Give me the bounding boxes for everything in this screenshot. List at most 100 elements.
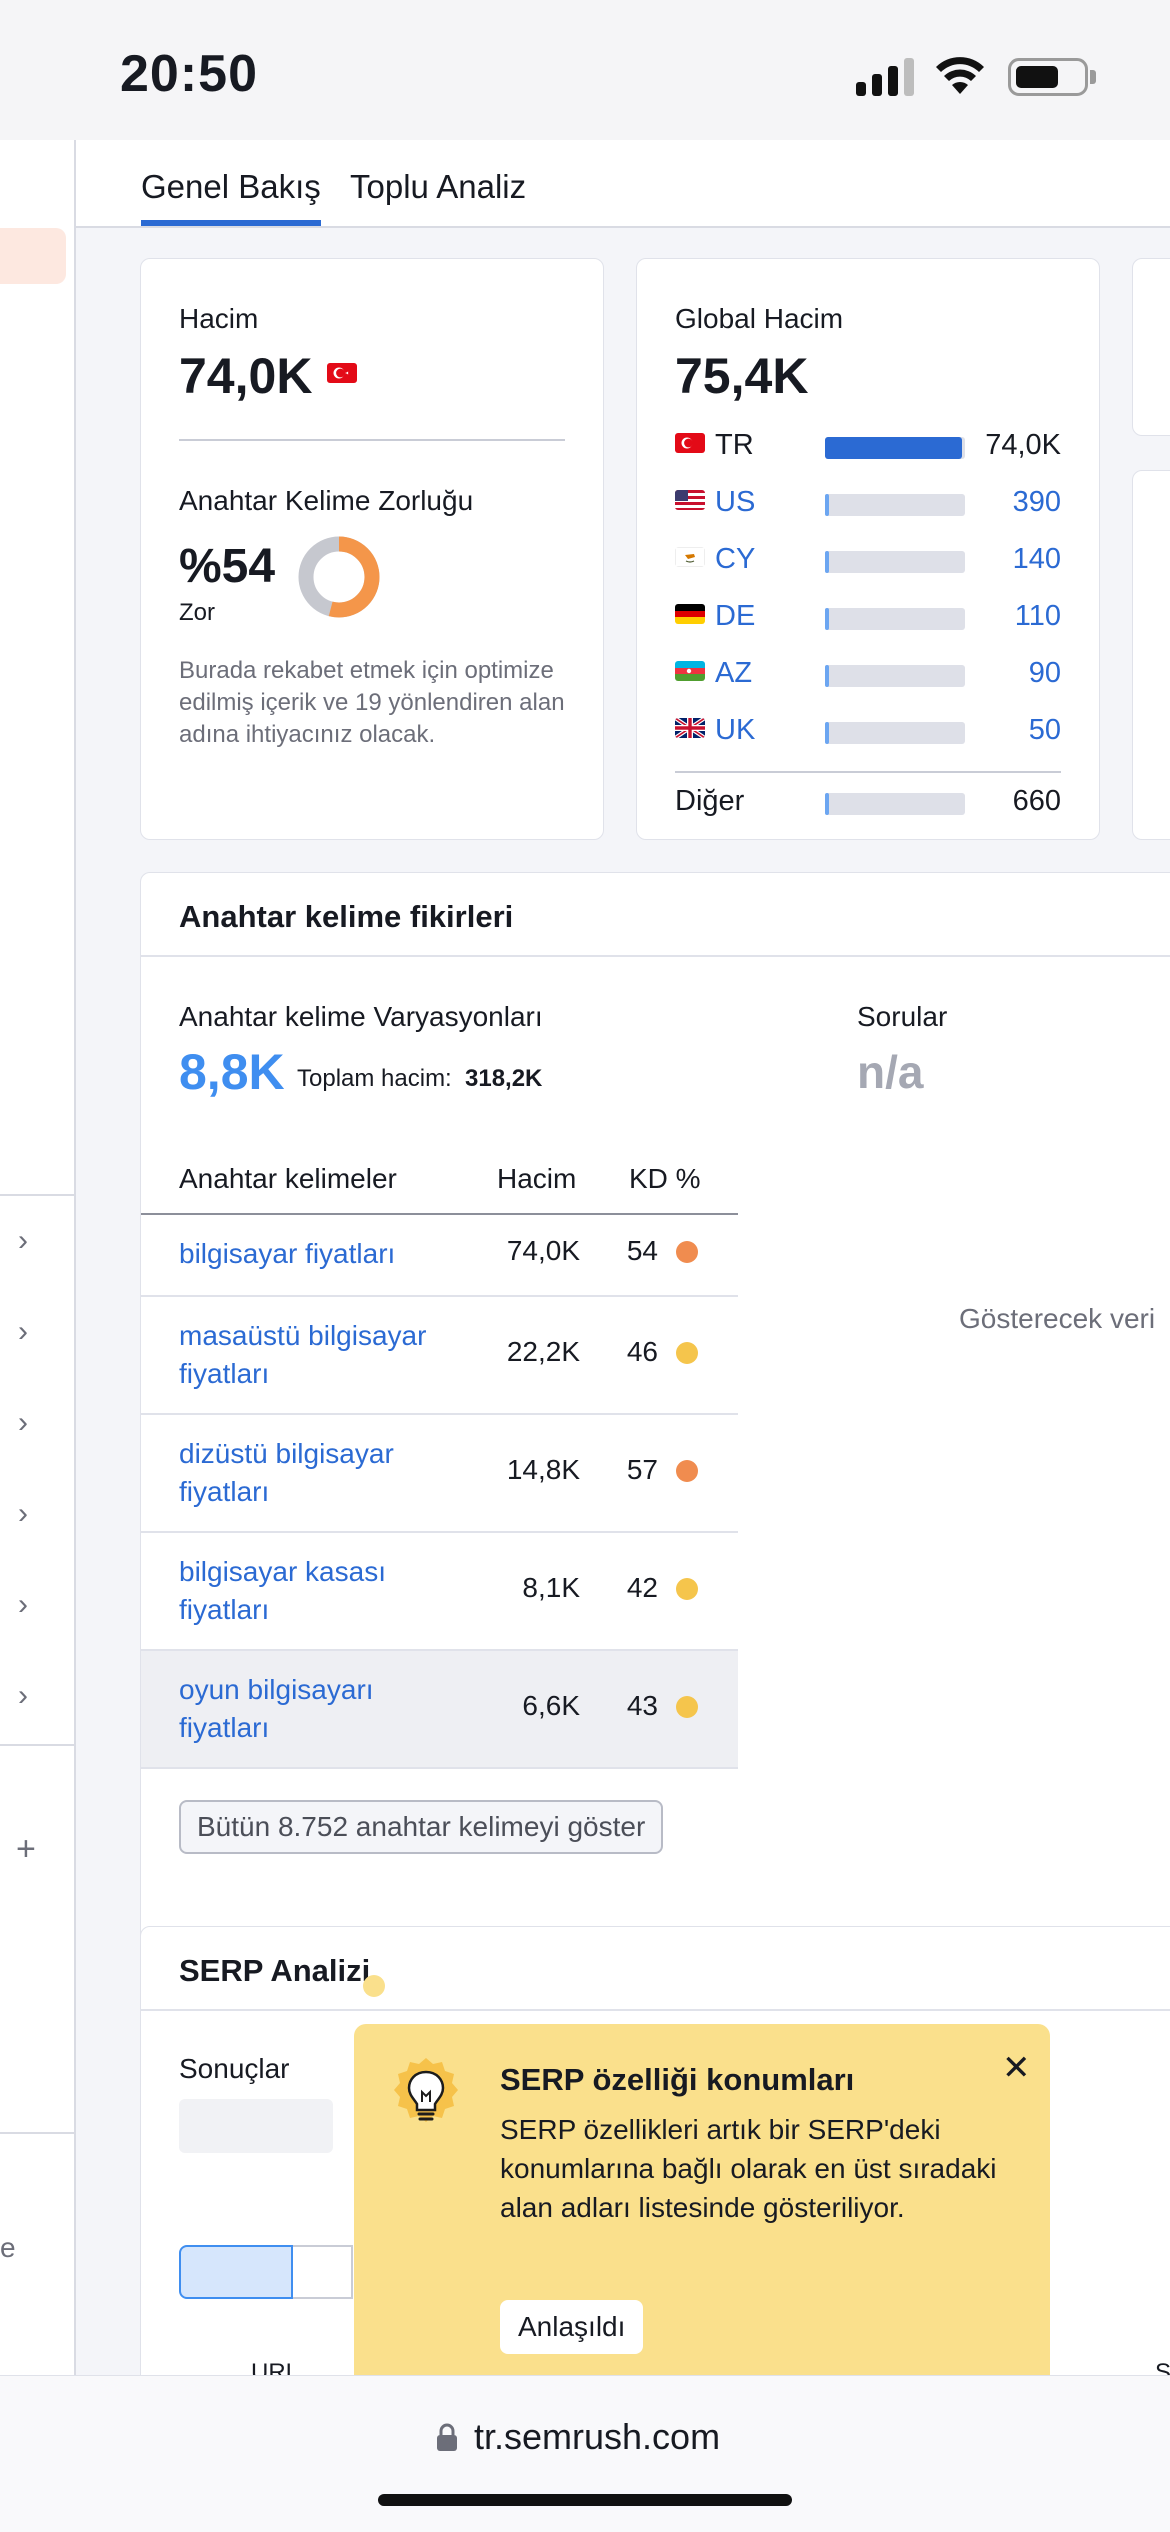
country-share-fill — [825, 722, 829, 744]
keyword-row: oyun bilgisayarı fiyatları 6,6K 43 — [141, 1649, 738, 1767]
country-share-bar — [825, 494, 965, 516]
empty-state-text: Gösterecek veri — [959, 1303, 1156, 1334]
toggle-segment-active[interactable] — [179, 2245, 293, 2299]
wifi-icon — [936, 57, 984, 94]
keyword-kd: 46 — [626, 1336, 658, 1367]
total-volume-label: Toplam hacim: — [297, 1065, 452, 1092]
country-code[interactable]: UK — [715, 714, 755, 747]
app-content: › › › › › › + e Genel Bakış Toplu Analiz… — [0, 140, 1170, 2375]
kd-dot-icon — [676, 1460, 698, 1482]
keyword-volume: 22,2K — [506, 1336, 580, 1367]
us-flag-icon — [675, 490, 705, 510]
country-share-fill — [825, 437, 962, 459]
kd-level: Zor — [179, 599, 215, 626]
keyword-ideas-card: Anahtar kelime fikirleri Anahtar kelime … — [140, 872, 1170, 2032]
keyword-link[interactable]: bilgisayar kasası fiyatları — [179, 1553, 459, 1629]
keyword-row: bilgisayar kasası fiyatları 8,1K 42 — [141, 1531, 738, 1649]
home-indicator[interactable] — [378, 2494, 792, 2506]
serp-analysis-title: SERP Analizi — [179, 1953, 371, 1988]
global-volume-card: Global Hacim 75,4K TR 74,0K US 390 CY 140 DE 11… — [636, 258, 1100, 840]
chevron-right-icon[interactable]: › — [18, 1317, 40, 1347]
plus-icon[interactable]: + — [16, 1830, 36, 1869]
keyword-link[interactable]: bilgisayar fiyatları — [179, 1235, 459, 1273]
divider — [179, 439, 565, 441]
keyword-row: masaüstü bilgisayar fiyatları 22,2K 46 — [141, 1295, 738, 1413]
chevron-right-icon[interactable]: › — [18, 1226, 40, 1256]
kd-dot-icon — [676, 1241, 698, 1263]
column-volume: Hacim — [497, 1163, 577, 1194]
country-row-us[interactable]: US 390 — [675, 486, 1061, 526]
questions-value: n/a — [857, 1046, 924, 1098]
country-volume[interactable]: 110 — [1015, 600, 1061, 633]
country-row-other: Diğer 660 — [675, 785, 1061, 825]
sidebar-truncated-label: e — [0, 2232, 16, 2263]
keyword-volume: 8,1K — [522, 1572, 580, 1603]
chevron-right-icon[interactable]: › — [18, 1408, 40, 1438]
country-code[interactable]: US — [715, 486, 755, 519]
keyword-volume: 14,8K — [506, 1454, 580, 1485]
chevron-right-icon[interactable]: › — [18, 1681, 40, 1711]
country-share-bar — [825, 551, 965, 573]
got-it-button[interactable]: Anlaşıldı — [500, 2300, 644, 2354]
url-text[interactable]: tr.semrush.com — [474, 2416, 720, 2458]
divider — [141, 1767, 738, 1769]
side-card-partial — [1132, 258, 1170, 436]
country-row-de[interactable]: DE 110 — [675, 600, 1061, 640]
tr-flag-icon — [675, 433, 705, 453]
country-volume[interactable]: 90 — [1029, 657, 1061, 690]
lock-icon — [437, 2423, 457, 2451]
serp-feature-tooltip: SERP özelliği konumları ✕ SERP özellikle… — [354, 2024, 1050, 2375]
keyword-kd: 57 — [626, 1454, 658, 1485]
country-share-bar — [825, 437, 965, 459]
close-icon[interactable]: ✕ — [1002, 2048, 1031, 2088]
sidebar-active-item[interactable] — [0, 228, 66, 284]
kd-dot-icon — [676, 1578, 698, 1600]
country-volume[interactable]: 390 — [1013, 486, 1061, 519]
country-code[interactable]: DE — [715, 600, 755, 633]
tab-bulk-analysis[interactable]: Toplu Analiz — [350, 168, 526, 226]
country-row-az[interactable]: AZ 90 — [675, 657, 1061, 697]
country-row-uk[interactable]: UK 50 — [675, 714, 1061, 754]
keyword-link[interactable]: masaüstü bilgisayar fiyatları — [179, 1317, 459, 1393]
chevron-right-icon[interactable]: › — [18, 1499, 40, 1529]
country-share-bar — [825, 793, 965, 815]
keyword-volume: 74,0K — [506, 1235, 580, 1266]
toggle-segment[interactable] — [293, 2245, 353, 2299]
country-volume: 74,0K — [985, 429, 1061, 461]
country-share-bar — [825, 722, 965, 744]
kd-dot-icon — [676, 1342, 698, 1364]
global-volume-value: 75,4K — [675, 348, 809, 404]
tooltip-pointer-dot — [363, 1975, 385, 1997]
keyword-link[interactable]: dizüstü bilgisayar fiyatları — [179, 1435, 459, 1511]
country-volume[interactable]: 50 — [1029, 714, 1061, 747]
country-share-fill — [825, 551, 829, 573]
country-code[interactable]: AZ — [715, 657, 752, 690]
column-kd: KD % — [629, 1163, 701, 1194]
results-label: Sonuçlar — [179, 2053, 290, 2084]
url-column-header: URL — [251, 2359, 300, 2375]
battery-tip — [1090, 70, 1096, 84]
questions-label: Sorular — [857, 1001, 948, 1032]
keyword-link[interactable]: oyun bilgisayarı fiyatları — [179, 1671, 459, 1747]
status-bar: 20:50 — [0, 0, 1170, 140]
lightbulb-icon — [394, 2058, 458, 2122]
total-volume-value: 318,2K — [465, 1065, 543, 1092]
tab-overview[interactable]: Genel Bakış — [141, 168, 321, 226]
tr-flag-icon — [327, 363, 357, 383]
kd-dot-icon — [676, 1696, 698, 1718]
browser-url-bar[interactable]: tr.semrush.com — [0, 2375, 1170, 2532]
country-row-cy[interactable]: CY 140 — [675, 543, 1061, 583]
variations-value[interactable]: 8,8K — [179, 1043, 285, 1101]
country-code: TR — [715, 429, 754, 461]
chevron-right-icon[interactable]: › — [18, 1590, 40, 1620]
cellular-signal-icon — [856, 58, 916, 96]
kd-value: %54 — [179, 540, 276, 593]
country-volume[interactable]: 140 — [1013, 543, 1061, 576]
country-code[interactable]: CY — [715, 543, 755, 576]
show-all-keywords-button[interactable]: Bütün 8.752 anahtar kelimeyi göster — [179, 1800, 664, 1854]
country-share-fill — [825, 494, 829, 516]
country-row-tr: TR 74,0K — [675, 429, 1061, 469]
side-card-partial — [1132, 470, 1170, 840]
keyword-volume: 6,6K — [522, 1690, 580, 1721]
keyword-kd: 42 — [626, 1572, 658, 1603]
